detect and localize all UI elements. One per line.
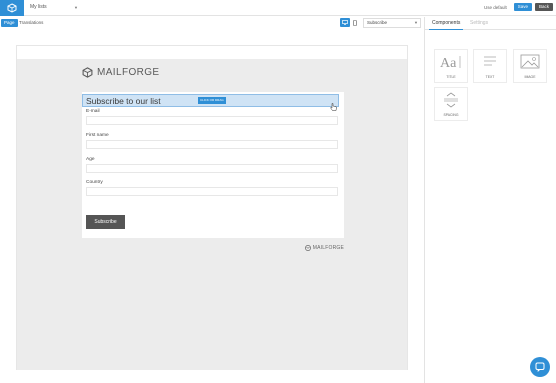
component-spacing-label: SPACING xyxy=(443,113,459,117)
subscribe-form-card: Subscribe to our list CLICK OR DRAG E-ma… xyxy=(82,92,344,238)
component-title[interactable]: Aa TITLE xyxy=(434,49,468,83)
form-selector-value: Subscribe xyxy=(367,20,388,25)
tab-settings[interactable]: Settings xyxy=(467,17,491,30)
save-button[interactable]: Save xyxy=(513,3,532,11)
mailforge-logo-icon xyxy=(82,67,93,78)
chat-icon xyxy=(535,362,545,372)
hand-cursor-icon xyxy=(330,103,337,111)
mailforge-footer-icon xyxy=(304,245,311,251)
list-selector[interactable]: My lists ▼ xyxy=(30,2,78,13)
brand-header: MAILFORGE xyxy=(82,67,160,78)
component-text[interactable]: TEXT xyxy=(473,49,507,83)
field-label-first-name: First name xyxy=(86,133,109,138)
form-title: Subscribe to our list xyxy=(86,96,161,106)
field-label-age: Age xyxy=(86,157,95,162)
footer-brand: MAILFORGE xyxy=(304,245,344,251)
field-label-email: E-mail xyxy=(86,109,100,114)
panel-tabs: Components Settings xyxy=(425,17,556,30)
form-selector[interactable]: Subscribe ▼ xyxy=(363,18,421,28)
tab-components[interactable]: Components xyxy=(429,17,464,30)
chevron-down-icon: ▼ xyxy=(414,20,418,25)
spacing-icon xyxy=(444,92,458,108)
component-spacing[interactable]: SPACING xyxy=(434,87,468,121)
svg-text:Aa: Aa xyxy=(440,56,457,71)
cube-logo-icon xyxy=(7,3,17,13)
country-field[interactable] xyxy=(86,187,338,196)
first-name-field[interactable] xyxy=(86,140,338,149)
click-or-drag-chip[interactable]: CLICK OR DRAG xyxy=(198,97,226,104)
list-selector-value: My lists xyxy=(30,4,47,10)
mobile-icon xyxy=(353,19,357,26)
desktop-icon xyxy=(342,20,348,25)
app-logo[interactable] xyxy=(0,0,24,16)
right-panel: Components Settings Aa TITLE TEXT IMAGE … xyxy=(424,17,556,383)
image-icon xyxy=(520,54,540,69)
mobile-view-button[interactable] xyxy=(352,18,358,27)
top-actions: Use default Save Back xyxy=(484,3,553,11)
footer-brand-name: MAILFORGE xyxy=(312,245,344,251)
text-icon xyxy=(484,56,496,66)
app-root: My lists ▼ Use default Save Back Page Tr… xyxy=(0,0,556,383)
subscribe-button[interactable]: Subscribe xyxy=(86,215,125,229)
brand-name: MAILFORGE xyxy=(97,67,160,78)
chevron-down-icon: ▼ xyxy=(74,5,78,10)
field-label-country: Country xyxy=(86,180,103,185)
editor-toolbar: Page Translations Subscribe ▼ xyxy=(0,17,424,30)
age-field[interactable] xyxy=(86,164,338,173)
component-image[interactable]: IMAGE xyxy=(513,49,547,83)
tab-translations[interactable]: Translations xyxy=(19,19,43,27)
top-bar: My lists ▼ Use default Save Back xyxy=(0,0,556,16)
component-image-label: IMAGE xyxy=(524,75,536,79)
canvas-background: MAILFORGE Subscribe to our list CLICK OR… xyxy=(17,59,407,370)
back-button[interactable]: Back xyxy=(534,3,553,11)
editor-canvas: MAILFORGE Subscribe to our list CLICK OR… xyxy=(16,45,408,370)
component-title-label: TITLE xyxy=(446,75,456,79)
title-icon: Aa xyxy=(440,56,461,71)
email-field[interactable] xyxy=(86,116,338,125)
component-text-label: TEXT xyxy=(485,75,495,79)
use-default-link[interactable]: Use default xyxy=(484,5,507,10)
tab-page[interactable]: Page xyxy=(1,19,18,27)
chat-support-button[interactable] xyxy=(530,357,550,377)
form-title-block[interactable]: Subscribe to our list CLICK OR DRAG xyxy=(82,94,339,111)
desktop-view-button[interactable] xyxy=(340,18,350,27)
